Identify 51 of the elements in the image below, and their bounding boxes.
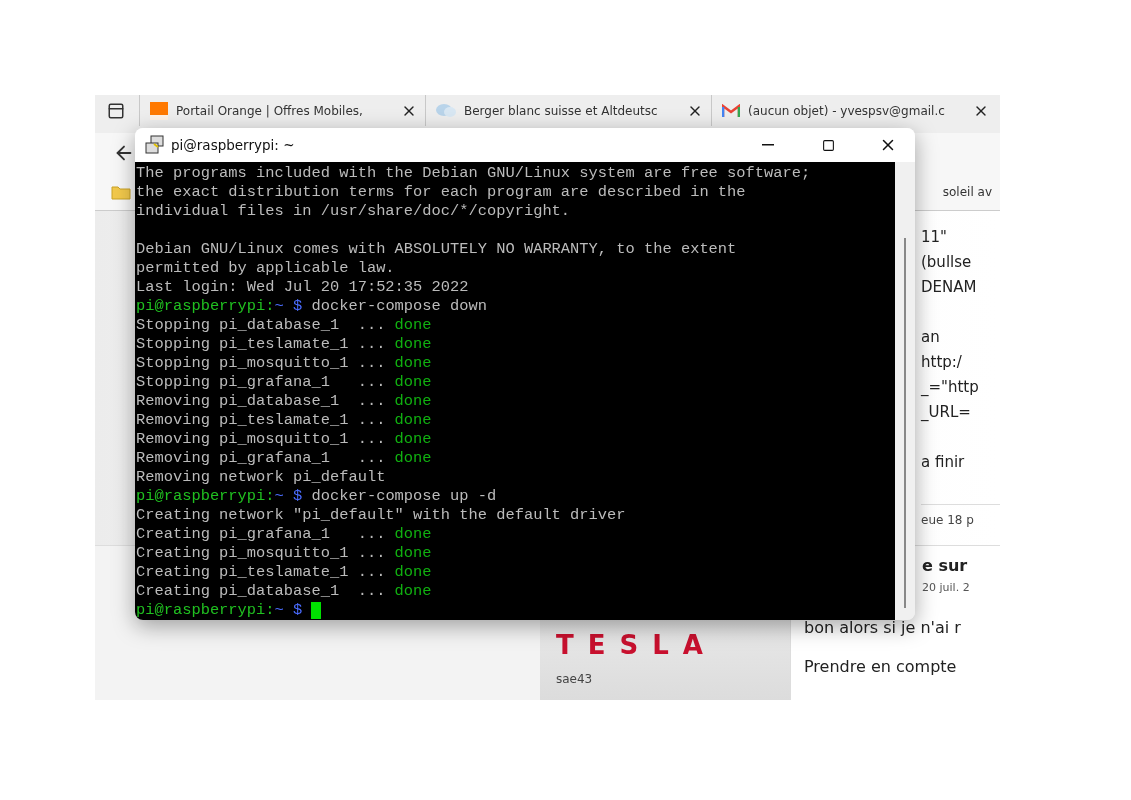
terminal-line: pi@raspberrypi:~ $ docker-compose down <box>136 297 487 316</box>
post-text: http:/ <box>921 352 963 373</box>
terminal-line: the exact distribution terms for each program are described in the <box>136 183 746 202</box>
tab-panel-icon[interactable] <box>107 102 125 120</box>
terminal-line: permitted by applicable law. <box>136 259 395 278</box>
terminal-line: Stopping pi_teslamate_1 ... done <box>136 335 432 354</box>
reply-text: bon alors si je n'ai r <box>804 618 962 637</box>
terminal-line: Removing pi_database_1 ... done <box>136 392 432 411</box>
minimize-icon <box>762 144 774 146</box>
terminal-line: Creating pi_mosquitto_1 ... done <box>136 544 432 563</box>
terminal-line: pi@raspberrypi:~ $ docker-compose up -d <box>136 487 497 506</box>
terminal-line: pi@raspberrypi:~ $ <box>136 601 303 620</box>
post-text: _="http <box>921 377 980 398</box>
post-text: an <box>921 327 941 348</box>
tesla-logo: TESLA <box>556 630 718 660</box>
window-title: pi@raspberrypi: ~ <box>171 137 296 153</box>
chat-bubble-icon <box>436 102 456 119</box>
reply-date: 20 juil. 2 <box>922 581 971 594</box>
terminal-line: Creating pi_database_1 ... done <box>136 582 432 601</box>
browser-tab[interactable]: Portail Orange | Offres Mobiles, <box>139 95 425 126</box>
terminal-line: Stopping pi_grafana_1 ... done <box>136 373 432 392</box>
browser-tab[interactable]: (aucun objet) - yvespsv@gmail.c <box>711 95 997 126</box>
terminal-line: Creating pi_teslamate_1 ... done <box>136 563 432 582</box>
post-text: a finir <box>921 452 966 473</box>
terminal-line: Creating pi_grafana_1 ... done <box>136 525 432 544</box>
author-name[interactable]: sae43 <box>556 672 790 686</box>
bookmark-link[interactable]: soleil av <box>942 184 992 199</box>
mail-icon <box>722 103 740 118</box>
terminal-line: Removing pi_grafana_1 ... done <box>136 449 432 468</box>
post-text: DENAM <box>921 277 978 298</box>
post-text: 11" <box>921 227 948 248</box>
terminal-line: individual files in /usr/share/doc/*/copyright. <box>136 202 571 221</box>
post-text: _URL= <box>921 402 972 423</box>
computer-icon <box>145 135 165 155</box>
post-meta: eue 18 p <box>921 504 1000 527</box>
terminal-line: Removing pi_teslamate_1 ... done <box>136 411 432 430</box>
terminal-line: Last login: Wed Jul 20 17:52:35 2022 <box>136 278 469 297</box>
browser-tab[interactable]: Berger blanc suisse et Altdeutsc <box>425 95 711 126</box>
square-icon <box>150 101 168 120</box>
terminal-line: Stopping pi_database_1 ... done <box>136 316 432 335</box>
terminal-line: Debian GNU/Linux comes with ABSOLUTELY NO WARRANTY, to the extent <box>136 240 737 259</box>
scrollbar[interactable] <box>904 238 906 608</box>
terminal-line: The programs included with the Debian GNU/Linux system are free software; <box>136 164 811 183</box>
terminal-line: Removing pi_mosquitto_1 ... done <box>136 430 432 449</box>
reply-title: e sur <box>922 556 969 575</box>
post-text: (bullse <box>921 252 973 273</box>
terminal-line: Stopping pi_mosquitto_1 ... done <box>136 354 432 373</box>
maximize-icon <box>821 138 835 152</box>
terminal-line: Creating network "pi_default" with the default driver <box>136 506 626 525</box>
terminal-line: Removing network pi_default <box>136 468 386 487</box>
reply-text: Prendre en compte <box>804 657 958 676</box>
